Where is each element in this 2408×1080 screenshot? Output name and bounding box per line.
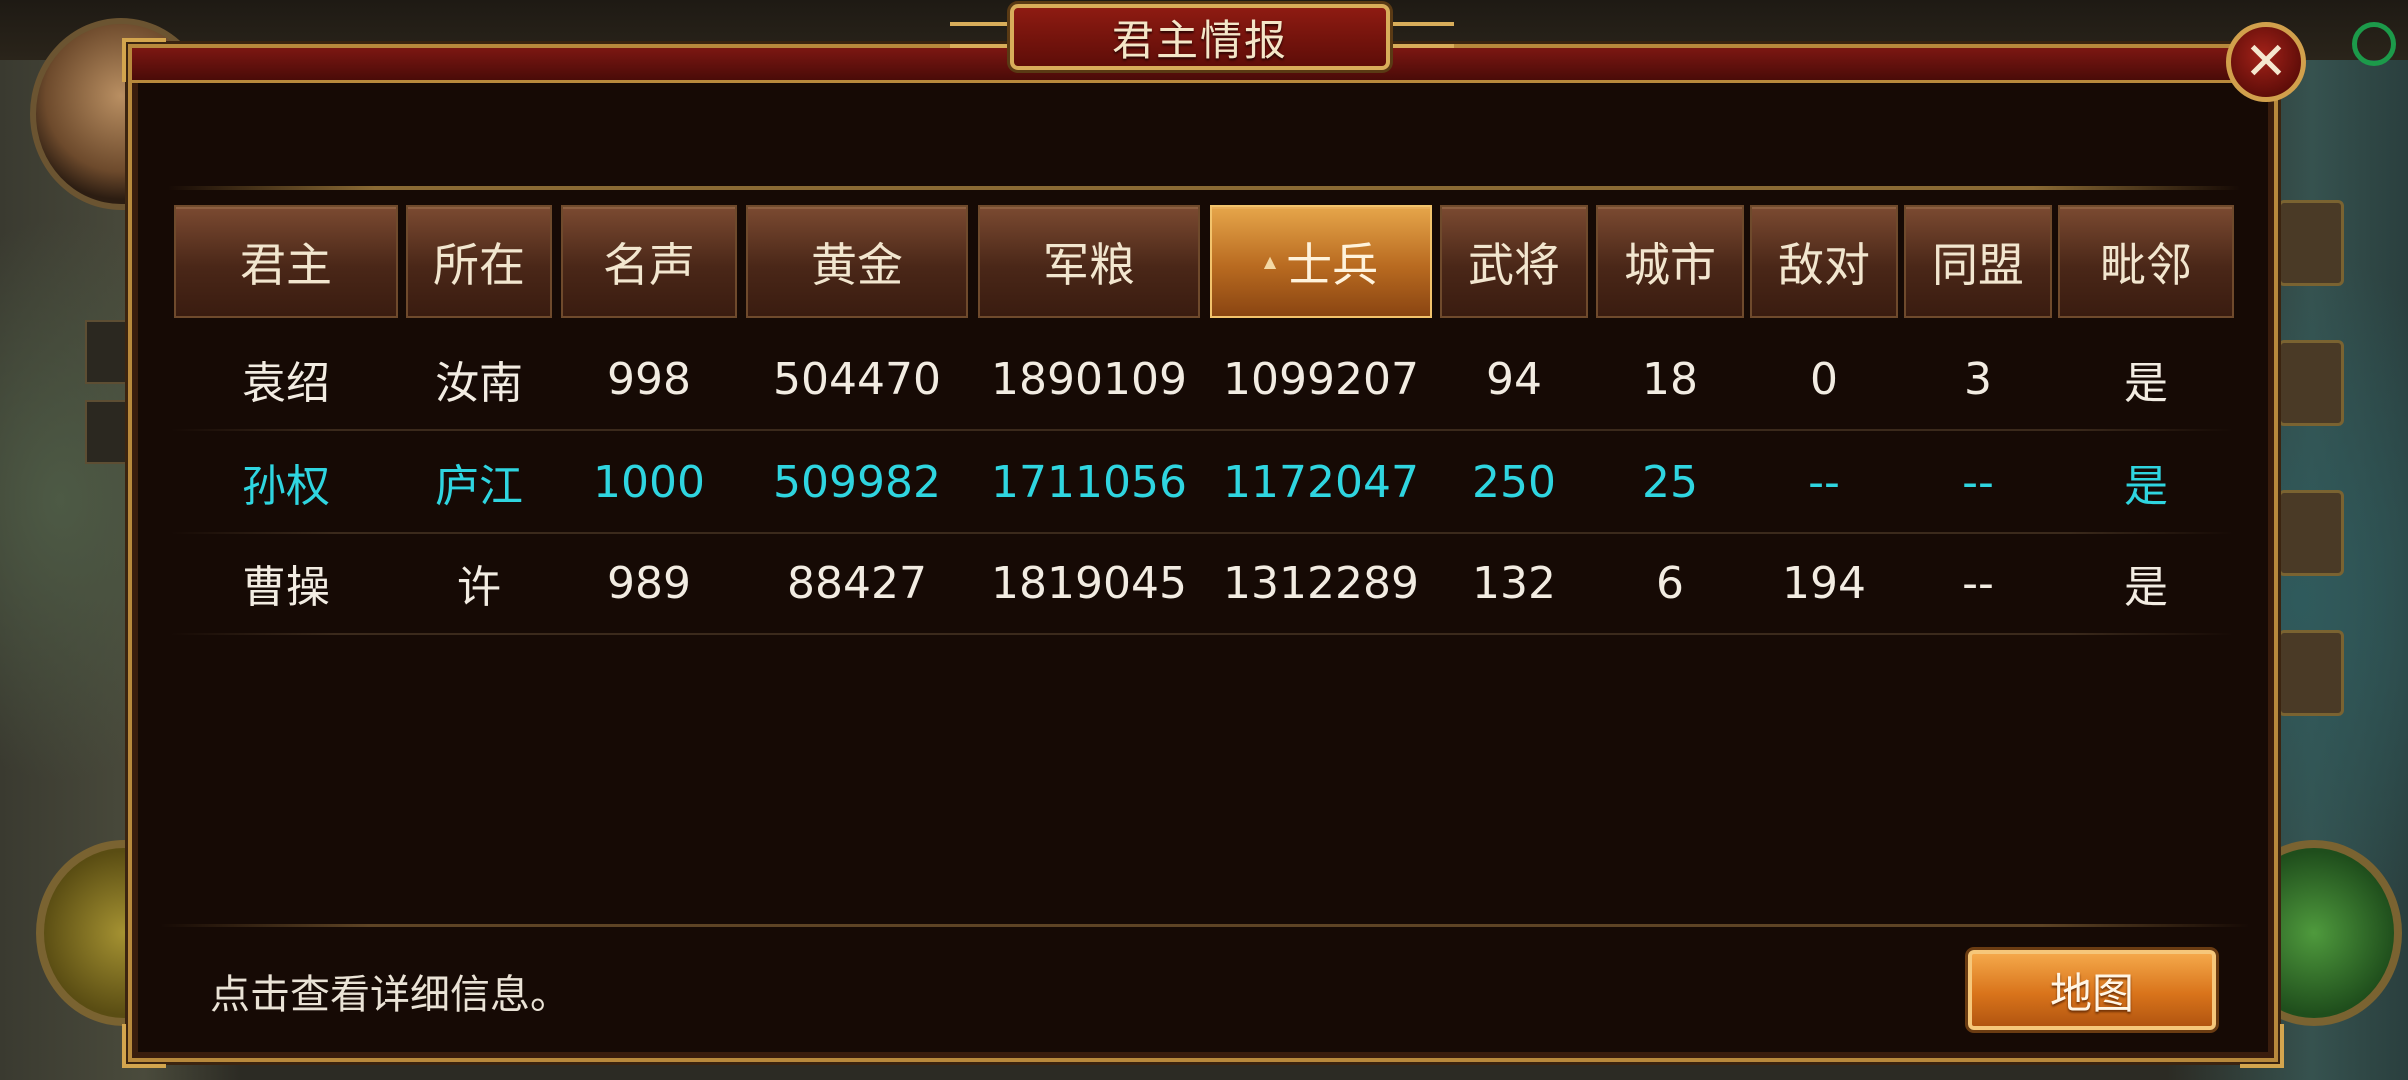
table-cell: -- [1962,456,1994,508]
column-header[interactable]: 所在 [406,205,552,318]
column-header-label: 军粮 [1043,237,1135,292]
table-cell: 88427 [787,557,927,609]
table-cell: 194 [1782,557,1866,609]
column-header[interactable]: ▲ 士兵 [1210,205,1432,318]
close-button[interactable]: ✕ [2226,22,2306,102]
column-header[interactable]: 同盟 [1904,205,2052,318]
sort-asc-icon: ▲ [1263,252,1277,271]
table-cell: 1711056 [991,456,1187,508]
dialog-title: 君主情报 [1111,15,1288,65]
table-cell: -- [1808,456,1840,508]
side-menu-icon[interactable] [2278,340,2344,426]
column-header-label: 黄金 [811,237,903,292]
column-header[interactable]: 军粮 [978,205,1200,318]
column-header-label: 毗邻 [2100,237,2192,292]
table-cell: 1312289 [1223,557,1419,609]
column-header-label: 武将 [1468,237,1560,292]
column-header-label: 同盟 [1932,237,2024,292]
table-cell: 18 [1642,353,1698,405]
table-cell: 1890109 [991,353,1187,405]
table-cell: 998 [607,353,691,405]
side-menu-icon[interactable] [2278,200,2344,286]
table-cell: 509982 [773,456,941,508]
table-cell: 1172047 [1223,456,1419,508]
column-header-label: 所在 [433,237,525,292]
column-header[interactable]: 名声 [561,205,737,318]
table-cell: 汝南 [435,358,523,409]
table-cell: 250 [1472,456,1556,508]
table-cell: 504470 [773,353,941,405]
table-cell: 1099207 [1223,353,1419,405]
table-cell: 曹操 [242,562,330,613]
column-header[interactable]: 君主 [174,205,398,318]
table-cell: 1819045 [991,557,1187,609]
table-cell: 1000 [593,456,705,508]
frame-corner [2240,1024,2284,1068]
column-header[interactable]: 黄金 [746,205,968,318]
table-cell: 94 [1486,353,1542,405]
divider [160,924,2250,927]
table-cell: 是 [2124,461,2168,512]
row-divider [170,633,2234,635]
close-icon: ✕ [2244,32,2288,92]
table-cell: 3 [1964,353,1992,405]
table-cell: 孙权 [242,461,330,512]
column-header[interactable]: 城市 [1596,205,1744,318]
table-cell: 许 [457,562,501,613]
column-header-label: 士兵 [1286,237,1379,292]
column-header-label: 敌对 [1778,237,1870,292]
column-header-label: 名声 [603,237,695,292]
map-button[interactable]: 地图 [1968,950,2216,1030]
dialog-title-plate: 君主情报 [1010,4,1390,70]
table-cell: 袁绍 [242,358,330,409]
hint-text: 点击查看详细信息。 [210,972,570,1018]
column-header[interactable]: 毗邻 [2058,205,2234,318]
frame-corner [122,38,166,82]
divider [168,186,2240,190]
table-cell: 庐江 [435,461,523,512]
table-cell: 25 [1642,456,1698,508]
frame-corner [122,1024,166,1068]
table-cell: 132 [1472,557,1556,609]
column-header-label: 君主 [240,237,332,292]
table-cell: -- [1962,557,1994,609]
table-cell: 6 [1656,557,1684,609]
table-cell: 0 [1810,353,1838,405]
column-header[interactable]: 武将 [1440,205,1588,318]
row-divider [170,429,2234,431]
side-menu-icon[interactable] [2278,630,2344,716]
status-icon [2352,22,2396,66]
table-cell: 是 [2124,562,2168,613]
column-header-label: 城市 [1624,237,1716,292]
table-cell: 是 [2124,358,2168,409]
table-cell: 989 [607,557,691,609]
side-menu-icon[interactable] [2278,490,2344,576]
title-ornament [1384,22,1454,48]
column-header[interactable]: 敌对 [1750,205,1898,318]
